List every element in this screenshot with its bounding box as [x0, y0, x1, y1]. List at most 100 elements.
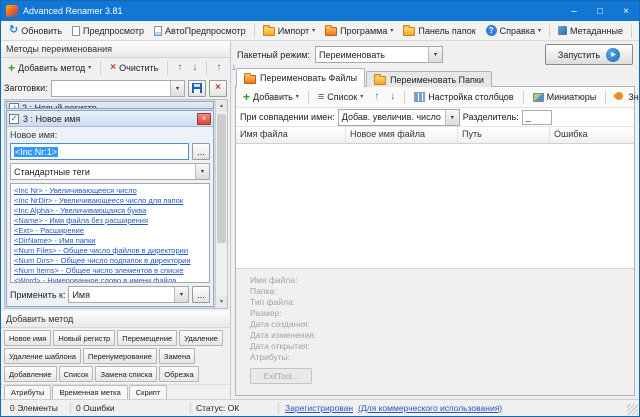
- method-button-renumber[interactable]: Перенумерование: [83, 348, 157, 364]
- collision-combobox[interactable]: Добав. увеличив. число ▾: [338, 109, 460, 126]
- file-table-body[interactable]: [236, 144, 634, 268]
- method-button-add[interactable]: Добавление: [4, 366, 57, 382]
- method-button-remove-pattern[interactable]: Удаление шаблона: [4, 348, 81, 364]
- folder-icon: [244, 75, 256, 84]
- new-name-label: Новое имя:: [10, 130, 210, 140]
- tag-link[interactable]: <Num Items> - Общее число элементов в сп…: [14, 266, 206, 276]
- import-button[interactable]: Импорт: [258, 22, 320, 39]
- tag-link[interactable]: <DirName> - Имя папки: [14, 236, 206, 246]
- batch-mode-combobox[interactable]: Переименовать ▾: [315, 46, 443, 63]
- close-button[interactable]: ×: [613, 1, 639, 21]
- method-header[interactable]: 3 : Новое имя ×: [7, 111, 213, 127]
- method-button-remove[interactable]: Удаление: [179, 330, 223, 346]
- resize-grip[interactable]: [627, 404, 638, 415]
- scroll-method-up-button[interactable]: [212, 61, 225, 75]
- configure-columns-button[interactable]: Настройка столбцов: [409, 90, 518, 104]
- metadata-button[interactable]: Метаданные: [553, 23, 628, 39]
- exiftool-button[interactable]: ExifTool...: [250, 368, 312, 384]
- collision-row: При совпадении имен: Добав. увеличив. чи…: [236, 108, 634, 127]
- clear-methods-button[interactable]: Очистить: [106, 61, 162, 75]
- tab-script[interactable]: Скрипт: [129, 385, 168, 399]
- preview-button[interactable]: Предпросмотр: [67, 23, 149, 39]
- delete-preset-button[interactable]: [209, 80, 227, 97]
- add-method-button[interactable]: Добавить метод: [4, 60, 95, 76]
- chevron-down-icon: ▾: [170, 81, 184, 96]
- method-button-trim[interactable]: Обрезка: [159, 366, 198, 382]
- apply-to-combobox[interactable]: Имя ▾: [68, 286, 189, 303]
- method-button-list-replace[interactable]: Замена списка: [95, 366, 157, 382]
- method-close-button[interactable]: ×: [197, 113, 211, 125]
- apply-to-value: Имя: [72, 290, 90, 300]
- tag-link[interactable]: <Inc NrDir> - Увеличивающееся число для …: [14, 196, 206, 206]
- method-button-list[interactable]: Список: [59, 366, 94, 382]
- tag-link[interactable]: <Inc Nr> - Увеличивающееся число: [14, 186, 206, 196]
- new-name-input[interactable]: <Inc Nr:1>: [10, 143, 189, 160]
- tag-link[interactable]: <Num Dirs> - Общее число подпапок в дире…: [14, 256, 206, 266]
- titlebar: Advanced Renamer 3.81 – □ ×: [1, 1, 639, 21]
- help-button[interactable]: Справка: [481, 22, 546, 39]
- column-header-new-filename[interactable]: Новое имя файла: [346, 127, 458, 143]
- list-menu-button[interactable]: Список: [313, 90, 368, 105]
- method-enabled-checkbox[interactable]: [9, 114, 19, 124]
- registered-link[interactable]: Зарегистрирован: [285, 403, 353, 413]
- add-method-label: Добавить метод: [18, 63, 85, 73]
- help-icon: [486, 25, 497, 36]
- tab-rename-files[interactable]: Переименовать Файлы: [236, 68, 365, 87]
- column-header-error[interactable]: Ошибка: [550, 127, 634, 143]
- move-method-down-button[interactable]: [188, 61, 201, 75]
- separator-input[interactable]: [522, 110, 552, 125]
- refresh-button[interactable]: Обновить: [4, 22, 67, 39]
- method-button-replace[interactable]: Замена: [159, 348, 195, 364]
- column-header-filename[interactable]: Имя файла: [236, 127, 346, 143]
- toolbar-separator: [605, 90, 606, 104]
- move-file-down-button[interactable]: [385, 90, 400, 104]
- method-bottom-tabs: Атрибуты Временная метка Скрипт: [1, 384, 230, 399]
- scroll-down-arrow-icon[interactable]: ▼: [216, 296, 227, 308]
- start-label: Запустить: [558, 50, 600, 60]
- add-files-button[interactable]: Добавить: [238, 89, 304, 105]
- methods-scrollbar[interactable]: ▲ ▼: [215, 100, 227, 308]
- method-button-move[interactable]: Перемещение: [117, 330, 177, 346]
- minimize-button[interactable]: –: [561, 1, 587, 21]
- tag-link[interactable]: <Ext> - Расширение: [14, 226, 206, 236]
- tag-link[interactable]: <Num Files> - Общее число файлов в дирек…: [14, 246, 206, 256]
- tab-timestamp[interactable]: Временная метка: [52, 385, 127, 399]
- undo-changes-button[interactable]: Отмена изменений...: [635, 23, 640, 39]
- arrow-down-icon: [192, 63, 197, 73]
- tag-link[interactable]: <Inc Alpha> - Увеличивающаяся буква: [14, 206, 206, 216]
- save-preset-button[interactable]: [188, 80, 206, 97]
- gps-values-button[interactable]: Значения GPS: [610, 90, 640, 104]
- toolbar-separator: [100, 61, 101, 75]
- maximize-button[interactable]: □: [587, 1, 613, 21]
- tab-rename-folders[interactable]: Переименовать Папки: [366, 71, 492, 87]
- chevron-down-icon: [88, 65, 91, 71]
- folder-panel-button[interactable]: Панель папок: [398, 22, 480, 39]
- program-button[interactable]: Программа: [320, 22, 398, 39]
- method-panel-partial[interactable]: 2 : Новый регистр: [6, 101, 214, 109]
- window-controls: – □ ×: [561, 1, 639, 21]
- presets-combobox[interactable]: ▾: [51, 80, 185, 97]
- metadata-label: Метаданные: [570, 26, 623, 36]
- tag-link[interactable]: <Name> - Имя файла без расширения: [14, 216, 206, 226]
- method-button-new-name[interactable]: Новое имя: [4, 330, 51, 346]
- start-batch-button[interactable]: Запустить: [545, 44, 633, 65]
- move-method-up-button[interactable]: [173, 61, 186, 75]
- autopreview-button[interactable]: АвтоПредпросмотр: [149, 23, 251, 39]
- method-button-new-case[interactable]: Новый регистр: [53, 330, 115, 346]
- tag-link[interactable]: <Word> - Нумерованное слово в имени файл…: [14, 276, 206, 283]
- scrollbar-track[interactable]: [216, 112, 227, 296]
- new-name-browse-button[interactable]: ...: [192, 143, 210, 160]
- add-method-buttons: Новое имя Новый регистр Перемещение Удал…: [1, 328, 230, 384]
- tags-category-combobox[interactable]: Стандартные теги ▾: [10, 163, 210, 180]
- move-file-up-button[interactable]: [369, 90, 384, 104]
- tab-attributes[interactable]: Атрибуты: [4, 385, 51, 399]
- toolbar-separator: [523, 90, 524, 104]
- gps-values-label: Значения GPS: [628, 92, 640, 102]
- column-header-path[interactable]: Путь: [458, 127, 550, 143]
- apply-to-more-button[interactable]: ...: [192, 286, 210, 303]
- thumbnails-button[interactable]: Миниатюры: [528, 90, 602, 104]
- scrollbar-thumb[interactable]: [217, 114, 226, 243]
- license-type-link[interactable]: (Для коммерческого использования): [358, 403, 502, 413]
- scroll-up-arrow-icon[interactable]: ▲: [216, 100, 227, 112]
- method-enabled-checkbox[interactable]: [9, 103, 19, 109]
